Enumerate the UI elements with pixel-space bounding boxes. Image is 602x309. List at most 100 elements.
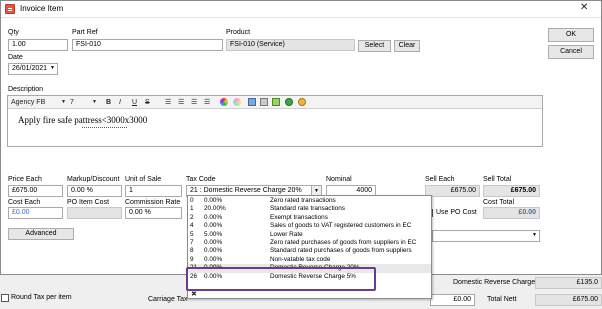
app-icon: [5, 4, 15, 14]
tax-option-desc: Sales of goods to VAT registered custome…: [270, 222, 412, 230]
insert-image-icon[interactable]: [248, 98, 256, 106]
highlight-color-icon[interactable]: [233, 98, 241, 106]
size-select[interactable]: 7 ▼: [70, 98, 100, 107]
tax-option-desc: Standard rate transactions: [270, 205, 345, 213]
window-title: Invoice Item: [20, 4, 64, 13]
bold-button[interactable]: B: [106, 98, 111, 107]
domestic-reverse-charge-field: £135.0: [535, 277, 602, 289]
qty-label: Qty: [8, 29, 19, 36]
tax-option-code: 4: [190, 222, 194, 230]
select-button[interactable]: Select: [358, 40, 391, 52]
part-ref-input[interactable]: FSI-010: [72, 39, 223, 51]
tax-option-code: 9: [190, 255, 194, 263]
tax-option-desc: Zero rated transactions: [270, 197, 336, 204]
chevron-down-icon: ▼: [532, 232, 537, 238]
insert-chart-icon[interactable]: [272, 98, 280, 106]
tax-option-row[interactable]: 1 20.00% Standard rate transactions: [188, 205, 431, 213]
tax-option-row[interactable]: 4 0.00% Sales of goods to VAT registered c…: [188, 222, 431, 230]
tax-option-code: 1: [190, 205, 194, 213]
nominal-label: Nominal: [326, 176, 352, 183]
tax-option-row[interactable]: 8 0.00% Standard rated purchases of goods …: [188, 247, 431, 255]
price-each-input[interactable]: £675.00: [8, 185, 63, 197]
tax-option-rate: 0.00%: [204, 255, 223, 263]
tax-option-rate: 0.00%: [204, 239, 223, 246]
tax-option-row[interactable]: 9 0.00% Non-vatable tax code: [188, 256, 431, 264]
editor-toolbar: Agency FB ▼ 7 ▼ B I U S ☰ ☰ ☰ ☰: [8, 96, 542, 109]
carriage-value-field[interactable]: £0.00: [430, 294, 475, 306]
markup-label: Markup/Discount: [67, 176, 120, 183]
advanced-button[interactable]: Advanced: [8, 228, 74, 240]
strike-button[interactable]: S: [145, 98, 150, 107]
qty-input[interactable]: 1.00: [8, 39, 68, 51]
price-each-label: Price Each: [8, 176, 42, 183]
tax-option-code: 8: [190, 247, 194, 255]
domestic-reverse-charge-label: Domestic Reverse Charge: [453, 279, 536, 286]
insert-table-icon[interactable]: [260, 98, 268, 106]
insert-link-icon[interactable]: [285, 98, 293, 106]
round-tax-checkbox[interactable]: [1, 294, 9, 302]
align-right-icon[interactable]: ☰: [191, 98, 197, 107]
tax-code-label: Tax Code: [186, 176, 216, 183]
unit-of-sale-label: Unit of Sale: [125, 176, 162, 183]
tax-option-desc: Zero rated purchases of goods from suppl…: [270, 239, 417, 246]
description-text: Apply fire safe pattress<3000x3000: [18, 115, 148, 125]
tax-option-rate: 0.00%: [204, 197, 223, 204]
markup-input[interactable]: 0.00 %: [67, 185, 122, 197]
text-color-icon[interactable]: [220, 98, 228, 106]
round-tax-label: Round Tax per item: [11, 294, 72, 301]
tax-option-rate: 5.00%: [204, 230, 223, 238]
sell-total-field: £675.00: [483, 185, 540, 197]
title-bar: [1, 1, 601, 18]
product-field: FSI-010 (Service): [226, 39, 355, 51]
cost-each-label: Cost Each: [8, 199, 41, 206]
tax-option-rate: 20.00%: [204, 205, 226, 213]
tax-code-value: 21 : Domestic Reverse Charge 20%: [190, 187, 302, 194]
sell-each-label: Sell Each: [425, 176, 455, 183]
total-nett-field: £675.00: [535, 294, 602, 306]
clear-button[interactable]: Clear: [394, 40, 420, 52]
product-label: Product: [226, 29, 251, 36]
use-po-cost-label: Use PO Cost: [436, 209, 477, 216]
cost-total-label: Cost Total: [483, 199, 514, 206]
unit-of-sale-input[interactable]: 1: [125, 185, 182, 197]
font-size-value: 7: [70, 99, 74, 106]
tax-option-rate: 0.00%: [204, 213, 223, 221]
tax-option-desc: Non-vatable tax code: [270, 255, 331, 263]
align-left-icon[interactable]: ☰: [165, 98, 171, 107]
font-select[interactable]: Agency FB ▼: [11, 98, 67, 107]
close-icon[interactable]: ✖: [191, 290, 197, 298]
cancel-button[interactable]: Cancel: [548, 45, 594, 59]
spell-check-icon[interactable]: [298, 98, 306, 106]
ok-button[interactable]: OK: [548, 28, 594, 42]
chevron-down-icon: ▼: [61, 99, 66, 105]
total-nett-label: Total Nett: [487, 296, 517, 303]
commission-label: Commission Rate: [125, 199, 181, 206]
date-value: 26/01/2021: [12, 65, 48, 72]
close-icon[interactable]: ✕: [580, 2, 588, 13]
cost-total-field: £0.00: [483, 207, 540, 219]
align-center-icon[interactable]: ☰: [178, 98, 184, 107]
tax-option-row[interactable]: 2 0.00% Exempt transactions: [188, 214, 431, 222]
cost-each-input[interactable]: £0.00: [8, 207, 63, 219]
tax-option-row[interactable]: 0 0.00% Zero rated transactions: [188, 197, 431, 205]
tax-option-row[interactable]: 7 0.00% Zero rated purchases of goods from…: [188, 239, 431, 247]
tax-option-desc: Standard rated purchases of goods from s…: [270, 247, 412, 255]
description-label: Description: [8, 86, 44, 93]
carriage-tax-label: Carriage Tax: [148, 296, 188, 303]
date-picker[interactable]: 26/01/2021 ▼: [8, 63, 58, 75]
highlight-box: [186, 267, 376, 291]
tax-option-code: 0: [190, 197, 194, 204]
extra-select[interactable]: ▼: [432, 230, 540, 242]
part-ref-label: Part Ref: [72, 29, 98, 36]
spelling-underline: [82, 126, 127, 128]
justify-icon[interactable]: ☰: [204, 98, 210, 107]
font-name: Agency FB: [11, 99, 46, 106]
underline-button[interactable]: U: [132, 98, 137, 107]
chevron-down-icon: ▼: [50, 65, 55, 71]
tax-option-code: 5: [190, 230, 194, 238]
tax-option-desc: Lower Rate: [270, 230, 303, 238]
italic-button[interactable]: I: [119, 98, 121, 107]
tax-option-row[interactable]: 5 5.00% Lower Rate: [188, 231, 431, 239]
tax-option-code: 7: [190, 239, 194, 246]
commission-input[interactable]: 0.00 %: [125, 207, 182, 219]
